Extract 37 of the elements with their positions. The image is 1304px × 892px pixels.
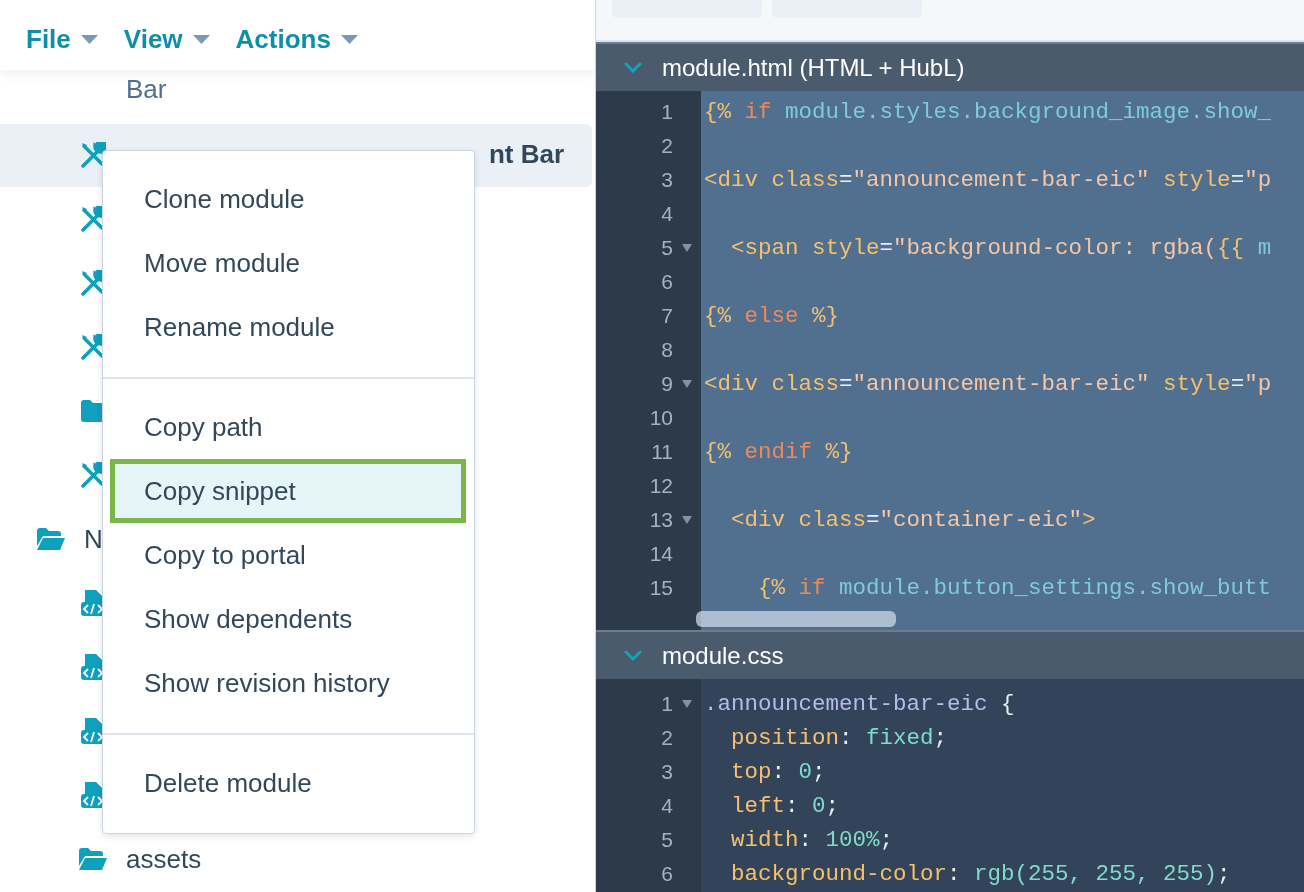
code-line: top: 0; bbox=[730, 759, 826, 785]
line-number: 3 bbox=[660, 760, 673, 784]
code-line: position: fixed; bbox=[730, 725, 948, 751]
line-number: 2 bbox=[660, 134, 673, 158]
editor-title: module.css bbox=[662, 641, 784, 670]
line-number: 14 bbox=[648, 542, 673, 566]
line-number: 5 bbox=[660, 236, 673, 260]
line-number: 10 bbox=[648, 406, 673, 430]
line-number: 8 bbox=[660, 338, 673, 362]
code-line: width: 100%; bbox=[730, 827, 894, 853]
code-line: {% if module.styles.background_image.show_ bbox=[704, 99, 1272, 125]
code-line: background-color: rgb(255, 255, 255); bbox=[730, 861, 1231, 887]
line-number: 6 bbox=[660, 862, 673, 886]
line-number: 7 bbox=[660, 304, 673, 328]
line-number: 4 bbox=[660, 202, 673, 226]
code-line: {% if module.button_settings.show_butt bbox=[757, 575, 1272, 601]
code-line: <span style="background-color: rgba({{ m bbox=[730, 235, 1272, 261]
line-number: 9 bbox=[660, 372, 673, 396]
line-number: 5 bbox=[660, 828, 673, 852]
code-line: left: 0; bbox=[730, 793, 840, 819]
line-number: 3 bbox=[660, 168, 673, 192]
code-line: .announcement-bar-eic { bbox=[704, 691, 1015, 717]
code-line: <div class="announcement-bar-eic" style="p bbox=[704, 167, 1272, 193]
line-number: 2 bbox=[660, 726, 673, 750]
line-number: 15 bbox=[648, 576, 673, 600]
code-line: <div class="announcement-bar-eic" style="p bbox=[704, 371, 1272, 397]
code-line: <div class="container-eic"> bbox=[730, 507, 1096, 533]
code-line: {% endif %} bbox=[704, 439, 853, 465]
line-number: 1 bbox=[660, 692, 673, 716]
line-number: 11 bbox=[650, 440, 673, 464]
editor-title: module.html (HTML + HubL) bbox=[662, 53, 965, 82]
line-number: 6 bbox=[660, 270, 673, 294]
line-number: 13 bbox=[648, 508, 673, 532]
code-line: {% else %} bbox=[704, 303, 840, 329]
line-number: 4 bbox=[660, 794, 673, 818]
line-number: 12 bbox=[648, 474, 673, 498]
line-number: 1 bbox=[660, 100, 673, 124]
